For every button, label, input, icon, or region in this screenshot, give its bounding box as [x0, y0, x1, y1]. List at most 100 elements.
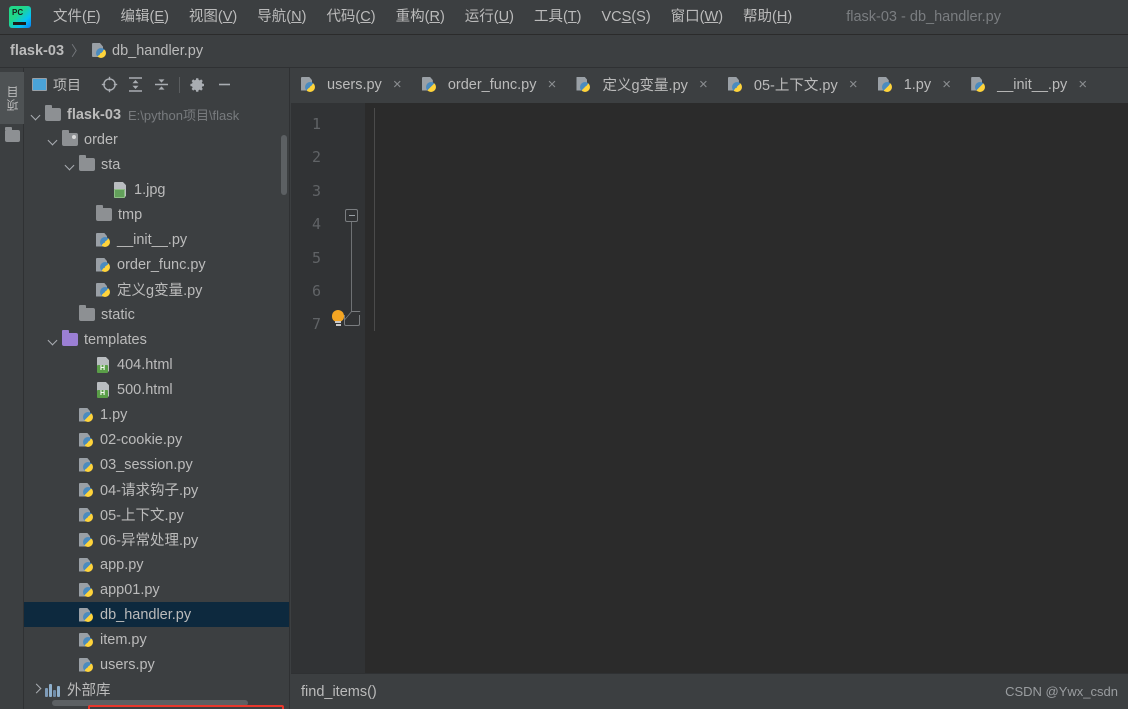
editor-tab[interactable]: 05-上下文.py ×: [718, 68, 868, 103]
chevron-down-icon[interactable]: [64, 158, 77, 171]
tree-row[interactable]: 外部库: [24, 677, 289, 702]
tree-row[interactable]: __init__.py: [24, 227, 289, 252]
close-icon[interactable]: ×: [545, 78, 558, 92]
close-icon[interactable]: ×: [1076, 78, 1089, 92]
settings-gear-icon[interactable]: [186, 73, 210, 97]
toolbar-divider: [179, 77, 180, 93]
breadcrumb-file-label: db_handler.py: [112, 43, 203, 59]
editor-tab-label: 05-上下文.py: [754, 74, 838, 95]
menu-item-8[interactable]: VCS(S): [594, 4, 659, 30]
editor-tab-label: 1.py: [904, 77, 931, 93]
editor-tab[interactable]: order_func.py ×: [412, 68, 567, 103]
menu-mnemonic: C: [360, 9, 370, 25]
menu-mnemonic: E: [154, 9, 164, 25]
editor-tab[interactable]: __init__.py×: [961, 68, 1097, 103]
tree-row[interactable]: 03_session.py: [24, 452, 289, 477]
chevron-down-icon[interactable]: [30, 108, 43, 121]
python-file-icon: [301, 77, 315, 93]
python-file-icon: [79, 582, 94, 598]
close-icon[interactable]: ×: [940, 78, 953, 92]
breadcrumb-item-file[interactable]: db_handler.py: [92, 43, 203, 59]
tree-row[interactable]: item.py: [24, 627, 289, 652]
tree-row[interactable]: 05-上下文.py: [24, 502, 289, 527]
tree-row[interactable]: order_func.py: [24, 252, 289, 277]
tree-row[interactable]: order: [24, 127, 289, 152]
tree-row[interactable]: 06-异常处理.py: [24, 527, 289, 552]
close-icon[interactable]: ×: [391, 78, 404, 92]
editor-right-margin: [1116, 138, 1128, 637]
tree-row-label: users.py: [100, 657, 155, 673]
tree-row-label: order: [84, 132, 118, 148]
intention-bulb-icon[interactable]: [331, 310, 345, 328]
chevron-down-icon[interactable]: [47, 333, 60, 346]
project-vertical-scrollbar[interactable]: [281, 135, 287, 195]
tree-row[interactable]: sta: [24, 152, 289, 177]
close-icon[interactable]: ×: [847, 78, 860, 92]
tree-row[interactable]: 02-cookie.py: [24, 427, 289, 452]
line-number: 6: [291, 275, 365, 308]
tree-row[interactable]: users.py: [24, 652, 289, 677]
project-panel-toolbar: [97, 73, 236, 97]
tree-row[interactable]: 1.jpg: [24, 177, 289, 202]
menu-item-4[interactable]: 代码(C): [318, 4, 383, 30]
tree-row-label: 1.py: [100, 407, 127, 423]
source-folder-icon: [62, 133, 78, 146]
expand-all-icon[interactable]: [123, 73, 147, 97]
menu-item-6[interactable]: 运行(U): [457, 4, 522, 30]
menu-item-3[interactable]: 导航(N): [249, 4, 314, 30]
editor-gutter[interactable]: 1234567: [291, 103, 365, 673]
project-horizontal-scrollbar[interactable]: [52, 700, 248, 706]
tree-row[interactable]: 04-请求钩子.py: [24, 477, 289, 502]
locate-target-icon[interactable]: [97, 73, 121, 97]
menu-item-7[interactable]: 工具(T): [526, 4, 590, 30]
html-file-icon: [96, 357, 111, 373]
tree-row[interactable]: tmp: [24, 202, 289, 227]
code-editor[interactable]: 1234567: [291, 103, 1128, 673]
python-file-icon: [878, 77, 892, 93]
close-icon[interactable]: ×: [697, 78, 710, 92]
editor-tab-label: order_func.py: [448, 77, 537, 93]
tree-row[interactable]: db_handler.py: [24, 602, 289, 627]
menu-item-2[interactable]: 视图(V): [181, 4, 245, 30]
tree-row[interactable]: static: [24, 302, 289, 327]
breadcrumb-project-label: flask-03: [10, 43, 64, 59]
editor-tab[interactable]: users.py×: [291, 68, 412, 103]
tree-row[interactable]: 404.html: [24, 352, 289, 377]
chevron-right-icon[interactable]: [30, 683, 43, 696]
menu-item-9[interactable]: 窗口(W): [663, 4, 731, 30]
python-file-icon: [96, 257, 111, 273]
stripe-tab-project[interactable]: 项目: [0, 72, 24, 124]
editor-tab[interactable]: 1.py ×: [868, 68, 961, 103]
tree-row[interactable]: 1.py: [24, 402, 289, 427]
code-fold-region-end-icon: [344, 311, 358, 325]
tree-row[interactable]: 500.html: [24, 377, 289, 402]
tree-row[interactable]: 定义g变量.py: [24, 277, 289, 302]
editor-tab-bar: users.py×order_func.py×定义g变量.py×05-上下文.p…: [291, 68, 1128, 103]
chevron-down-icon[interactable]: [47, 133, 60, 146]
python-file-icon: [96, 282, 111, 298]
editor-text[interactable]: [365, 103, 1128, 673]
window-title: flask-03 - db_handler.py: [846, 9, 1001, 25]
menu-item-5[interactable]: 重构(R): [388, 4, 453, 30]
breadcrumb-item-project[interactable]: flask-03: [10, 43, 64, 59]
hide-minimize-icon[interactable]: [212, 73, 236, 97]
tree-row[interactable]: app.py: [24, 552, 289, 577]
collapse-all-icon[interactable]: [149, 73, 173, 97]
tree-row[interactable]: app01.py: [24, 577, 289, 602]
breadcrumb: flask-03 〉 db_handler.py: [0, 35, 1128, 68]
folder-icon[interactable]: [5, 130, 20, 142]
menu-item-10[interactable]: 帮助(H): [735, 4, 800, 30]
menu-item-0[interactable]: 文件(F): [45, 4, 109, 30]
code-fold-expanded-icon[interactable]: [345, 209, 358, 222]
image-file-icon: [113, 182, 128, 198]
python-file-icon: [79, 457, 94, 473]
tree-row[interactable]: templates: [24, 327, 289, 352]
menu-item-1[interactable]: 编辑(E): [113, 4, 177, 30]
tree-row-label: order_func.py: [117, 257, 206, 273]
tree-row[interactable]: flask-03E:\python项目\flask: [24, 102, 289, 127]
python-file-icon: [79, 407, 94, 423]
code-fold-region-line: [351, 222, 352, 312]
project-file-tree[interactable]: flask-03E:\python项目\flask order sta1.jpgtm…: [24, 101, 289, 709]
python-file-icon: [79, 607, 94, 623]
editor-tab[interactable]: 定义g变量.py×: [566, 68, 717, 103]
